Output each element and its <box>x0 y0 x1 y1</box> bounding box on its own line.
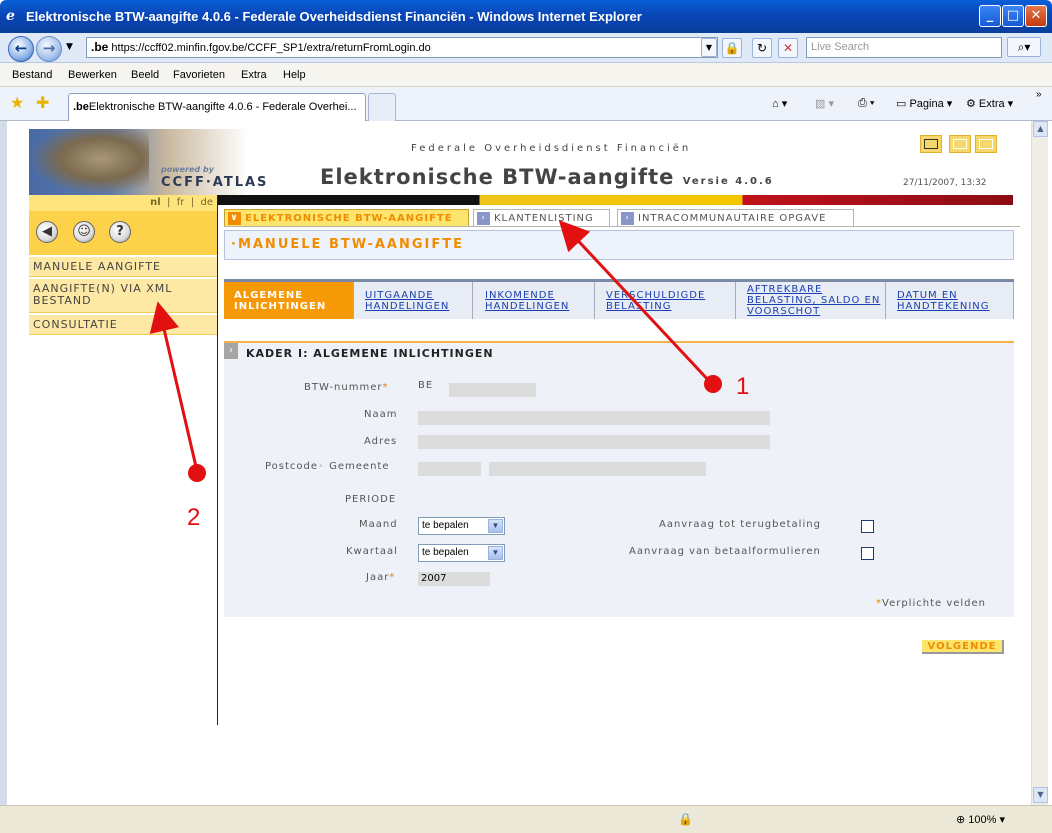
address-toolbar: ← → ▼ .be https://ccff02.minfin.fgov.be/… <box>0 33 1052 63</box>
refresh-icon[interactable]: ↻ <box>752 38 772 58</box>
url-text: https://ccff02.minfin.fgov.be/CCFF_SP1/e… <box>111 42 431 54</box>
status-bar: 🔒 ⊕ 100% ▾ <box>0 805 1052 833</box>
annotation-arrow-1 <box>558 220 713 385</box>
minimize-button[interactable]: _ <box>979 5 1001 27</box>
favorites-star-icon[interactable]: ★ <box>10 93 24 112</box>
frame-border <box>0 121 7 833</box>
address-dropdown-icon[interactable]: ▼ <box>701 38 717 57</box>
annotation-dot-2 <box>188 464 206 482</box>
page-menu[interactable]: ▭ Pagina ▾ <box>896 97 952 110</box>
annotation-number-1: 1 <box>736 373 750 400</box>
forward-button[interactable]: → <box>36 36 62 62</box>
scroll-down-icon[interactable]: ▼ <box>1033 787 1048 803</box>
menu-favorieten[interactable]: Favorieten <box>173 69 225 81</box>
menu-help[interactable]: Help <box>283 69 306 81</box>
tools-menu-label: Extra <box>978 98 1005 110</box>
page-icon: ▭ <box>896 98 910 110</box>
annotation-arrow-2 <box>149 301 199 472</box>
new-tab-button[interactable] <box>368 93 396 121</box>
vertical-scrollbar[interactable]: ▲ ▼ <box>1031 121 1048 805</box>
maximize-button[interactable]: □ <box>1002 5 1024 27</box>
home-icon[interactable]: ⌂ ▾ <box>772 97 787 110</box>
add-favorite-icon[interactable]: ✚ <box>36 93 49 112</box>
zoom-value: 100% <box>968 814 997 826</box>
annotation-dot-1 <box>704 375 722 393</box>
gear-icon: ⚙ <box>966 98 979 110</box>
history-dropdown-icon[interactable]: ▼ <box>66 42 73 52</box>
page-content: powered by CCFF·ATLAS Federale Overheids… <box>7 121 1031 805</box>
ie-icon: e <box>6 8 15 24</box>
menu-bestand[interactable]: Bestand <box>12 69 52 81</box>
lock-icon[interactable]: 🔒 <box>722 38 742 58</box>
back-button[interactable]: ← <box>8 36 34 62</box>
stop-icon[interactable]: ✕ <box>778 38 798 58</box>
zoom-icon: ⊕ <box>956 814 969 826</box>
scroll-up-icon[interactable]: ▲ <box>1033 121 1048 137</box>
print-icon[interactable]: ⎙ ▾ <box>858 97 874 110</box>
annotation-number-2: 2 <box>187 504 201 531</box>
menu-beeld[interactable]: Beeld <box>131 69 159 81</box>
browser-tab-row: ★ ✚ .beElektronische BTW-aangifte 4.0.6 … <box>0 87 1052 121</box>
tab-title: Elektronische BTW-aangifte 4.0.6 - Feder… <box>88 101 357 113</box>
zoom-level[interactable]: ⊕ 100% ▾ <box>956 813 1005 826</box>
search-icon[interactable]: ⌕▾ <box>1007 37 1041 57</box>
close-button[interactable]: ✕ <box>1025 5 1047 27</box>
tab-domain-badge: .be <box>73 101 89 113</box>
tools-menu[interactable]: ⚙ Extra ▾ <box>966 97 1013 110</box>
search-input[interactable]: Live Search <box>806 37 1002 58</box>
menu-extra[interactable]: Extra <box>241 69 267 81</box>
address-bar[interactable]: .be https://ccff02.minfin.fgov.be/CCFF_S… <box>86 37 718 58</box>
feeds-icon[interactable]: ▧ ▾ <box>815 97 834 110</box>
more-chevron-icon[interactable]: » <box>1036 89 1042 100</box>
window-title-bar[interactable]: e Elektronische BTW-aangifte 4.0.6 - Fed… <box>0 0 1052 33</box>
menu-bar: Bestand Bewerken Beeld Favorieten Extra … <box>0 63 1052 87</box>
domain-badge: .be <box>91 40 109 54</box>
annotation-overlay <box>149 220 722 482</box>
browser-tab-active[interactable]: .beElektronische BTW-aangifte 4.0.6 - Fe… <box>68 93 366 121</box>
window-title: Elektronische BTW-aangifte 4.0.6 - Feder… <box>26 9 642 24</box>
security-zone-icon[interactable]: 🔒 <box>678 812 693 826</box>
menu-bewerken[interactable]: Bewerken <box>68 69 117 81</box>
page-menu-label: Pagina <box>909 98 944 110</box>
